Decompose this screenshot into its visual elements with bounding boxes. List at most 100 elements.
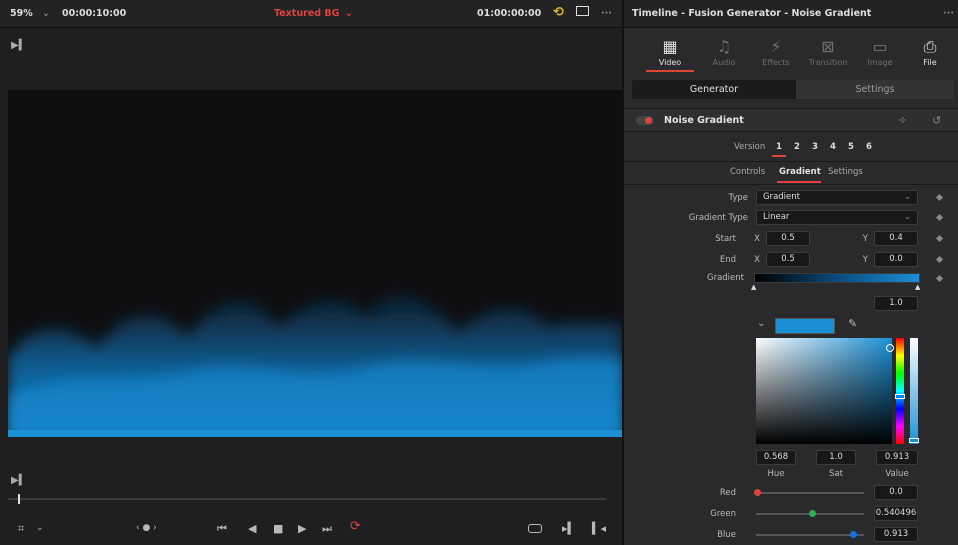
tab-file[interactable]: ⎙ File <box>904 36 956 67</box>
value-field[interactable]: 0.913 <box>876 450 918 465</box>
gradient-stop-end-icon[interactable]: ▲ <box>915 283 920 291</box>
subtab-gradient[interactable]: Gradient <box>779 167 821 177</box>
color-picker-icon[interactable]: ⟲ <box>553 5 564 20</box>
play-head-bottom-icon: ▶▍ <box>11 475 27 486</box>
fusion-magic-icon[interactable]: ✧ <box>898 114 907 127</box>
version-2[interactable]: 2 <box>794 142 800 152</box>
tab-audio[interactable]: ♫ Audio <box>698 36 750 67</box>
mark-out-icon[interactable]: ▍◂ <box>592 522 606 535</box>
zoom-level[interactable]: 59% <box>10 8 33 19</box>
version-6[interactable]: 6 <box>866 142 872 152</box>
red-label: Red <box>719 488 736 498</box>
start-label: Start <box>715 234 736 244</box>
alpha-slider-handle[interactable] <box>909 438 919 443</box>
zoom-chevron-icon[interactable]: ⌄ <box>42 8 50 19</box>
segment-generator[interactable]: Generator <box>632 80 796 99</box>
hue-field[interactable]: 0.568 <box>756 450 796 465</box>
clip-title-chevron-icon[interactable]: ⌄ <box>345 8 353 19</box>
blue-slider[interactable] <box>756 534 864 536</box>
playhead[interactable] <box>18 494 20 504</box>
tab-active-indicator <box>646 70 694 72</box>
start-y-field[interactable]: 0.4 <box>874 231 918 246</box>
crop-chevron-icon[interactable]: ⌄ <box>36 523 44 533</box>
clip-title[interactable]: Textured BG <box>274 8 339 19</box>
gradient-type-dropdown[interactable]: Linear ⌄ <box>756 210 918 225</box>
magic-wand-icon: ⚡ <box>770 37 782 56</box>
viewer-options-icon[interactable]: ··· <box>601 8 612 19</box>
segment-settings[interactable]: Settings <box>796 80 954 99</box>
inspector-header: Timeline - Fusion Generator - Noise Grad… <box>624 0 958 28</box>
color-swatch[interactable] <box>775 318 835 334</box>
end-x-field[interactable]: 0.5 <box>766 252 810 267</box>
green-slider-handle[interactable] <box>809 510 816 517</box>
viewer-timecode-right[interactable]: 01:00:00:00 <box>477 8 541 19</box>
viewer-timecode[interactable]: 00:00:10:00 <box>62 8 126 19</box>
green-field[interactable]: 0.540496 <box>874 506 918 521</box>
subtab-controls[interactable]: Controls <box>730 167 765 177</box>
type-label: Type <box>728 193 748 203</box>
gradient-label: Gradient <box>707 273 744 283</box>
keyframe-icon[interactable] <box>935 234 944 243</box>
transport-controls: ⌗ ⌄ ‹ ● › ⏮ ◀ ■ ▶ ⏭ ⟳ ▸▍ ▍◂ <box>0 510 622 545</box>
gradient-type-label: Gradient Type <box>688 213 748 223</box>
view-options-icon[interactable] <box>528 524 542 533</box>
red-slider-handle[interactable] <box>754 489 761 496</box>
keyframe-icon[interactable] <box>935 274 944 283</box>
hue-slider-handle[interactable] <box>895 394 905 399</box>
red-field[interactable]: 0.0 <box>874 485 918 500</box>
go-to-end-icon[interactable]: ⏭ <box>322 522 332 536</box>
crop-tool-icon[interactable]: ⌗ <box>18 522 24 536</box>
jog-control-icon[interactable]: ‹ ● › <box>136 523 157 533</box>
scrubber-bar[interactable] <box>8 498 606 500</box>
inspector-title: Timeline - Fusion Generator - Noise Grad… <box>632 8 872 19</box>
tab-image[interactable]: ▭ Image <box>854 36 906 67</box>
divider <box>624 161 958 162</box>
sat-field[interactable]: 1.0 <box>816 450 856 465</box>
play-reverse-icon[interactable]: ◀ <box>248 522 256 535</box>
version-3[interactable]: 3 <box>812 142 818 152</box>
keyframe-icon[interactable] <box>935 255 944 264</box>
tab-effects[interactable]: ⚡ Effects <box>750 36 802 67</box>
transition-icon: ⊠ <box>821 37 835 56</box>
blue-field[interactable]: 0.913 <box>874 527 918 542</box>
video-canvas <box>8 90 622 437</box>
gradient-bar[interactable] <box>754 273 920 283</box>
chevron-down-icon: ⌄ <box>903 192 911 202</box>
play-icon[interactable]: ▶ <box>298 522 306 535</box>
reset-icon[interactable]: ↺ <box>932 114 941 127</box>
go-to-start-icon[interactable]: ⏮ <box>217 522 227 536</box>
subtab-settings[interactable]: Settings <box>828 167 863 177</box>
keyframe-icon[interactable] <box>935 213 944 222</box>
loop-icon[interactable]: ⟳ <box>350 519 361 534</box>
hue-label: Hue <box>767 469 785 479</box>
stop-icon[interactable]: ■ <box>273 522 283 535</box>
red-slider[interactable] <box>756 492 864 494</box>
version-1[interactable]: 1 <box>776 142 782 152</box>
blue-slider-handle[interactable] <box>850 531 857 538</box>
saturation-value-picker[interactable] <box>756 338 892 444</box>
version-4[interactable]: 4 <box>830 142 836 152</box>
inspector-options-icon[interactable]: ··· <box>943 8 954 19</box>
keyframe-icon[interactable] <box>935 193 944 202</box>
chevron-down-icon[interactable]: ⌄ <box>757 318 765 329</box>
start-x-field[interactable]: 0.5 <box>766 231 810 246</box>
viewer-mode-icon[interactable] <box>576 6 589 16</box>
viewer-panel: 59% ⌄ 00:00:10:00 Textured BG ⌄ 01:00:00… <box>0 0 622 545</box>
mark-in-icon[interactable]: ▸▍ <box>562 522 576 535</box>
divider <box>624 184 958 185</box>
version-5[interactable]: 5 <box>848 142 854 152</box>
alpha-field[interactable]: 1.0 <box>874 296 918 311</box>
hue-slider[interactable] <box>896 338 904 444</box>
type-dropdown[interactable]: Gradient ⌄ <box>756 190 918 205</box>
play-head-top-icon: ▶▍ <box>11 40 27 51</box>
tab-video[interactable]: ▦ Video <box>644 36 696 67</box>
end-y-field[interactable]: 0.0 <box>874 252 918 267</box>
eyedropper-icon[interactable]: ✎ <box>848 317 857 330</box>
gradient-stop-start-icon[interactable]: ▲ <box>751 283 756 291</box>
alpha-slider[interactable] <box>910 338 918 444</box>
picker-cursor[interactable] <box>886 344 894 352</box>
effect-enable-toggle[interactable] <box>636 116 654 125</box>
tab-transition[interactable]: ⊠ Transition <box>802 36 854 67</box>
viewer-header: 59% ⌄ 00:00:10:00 Textured BG ⌄ 01:00:00… <box>0 0 622 28</box>
inspector-panel: Timeline - Fusion Generator - Noise Grad… <box>622 0 958 545</box>
